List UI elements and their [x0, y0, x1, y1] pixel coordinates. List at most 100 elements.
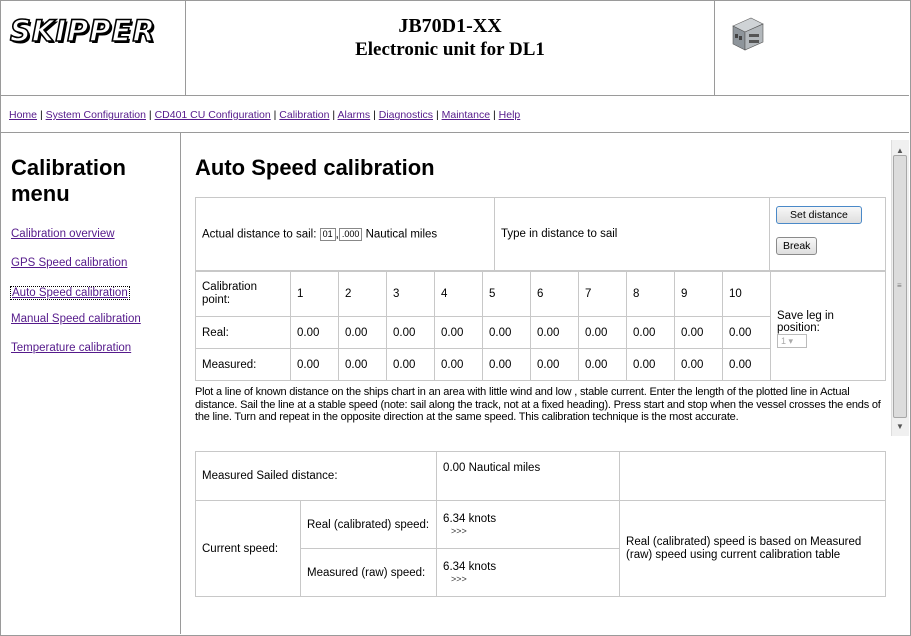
point-cell: 4: [434, 271, 483, 317]
top-navigation: Home | System Configuration | CD401 CU C…: [0, 96, 909, 133]
nav-separator: |: [148, 109, 152, 121]
sidebar-item-calibration-overview[interactable]: Calibration overview: [11, 228, 141, 257]
nav-link-system-configuration[interactable]: System Configuration: [46, 109, 146, 121]
nav-link-home[interactable]: Home: [9, 109, 37, 121]
logo-cell: SKIPPER: [0, 0, 186, 95]
point-cell: 8: [626, 271, 675, 317]
table-row: Current speed: Real (calibrated) speed: …: [195, 500, 886, 597]
real-value-cell: 0.00: [578, 316, 627, 349]
sidebar-item-manual-speed-calibration[interactable]: Manual Speed calibration: [11, 313, 141, 342]
scroll-down-arrow-icon[interactable]: ▼: [896, 422, 904, 431]
table-row: Calibration point: 1 2 3 4 5 6 7 8 9 10 …: [195, 271, 886, 381]
calibration-instructions: Plot a line of known distance on the shi…: [195, 386, 881, 423]
real-value-cell: 0.00: [626, 316, 675, 349]
nav-link-help[interactable]: Help: [499, 109, 521, 121]
results-table: Measured Sailed distance: 0.00 Nautical …: [194, 451, 886, 597]
distance-unit: Nautical miles: [365, 228, 438, 241]
measured-value-cell: 0.00: [722, 348, 771, 381]
measured-speed-label: Measured (raw) speed:: [299, 548, 438, 597]
point-cell: 5: [482, 271, 531, 317]
measured-value-cell: 0.00: [626, 348, 675, 381]
measured-value-cell: 0.00: [338, 348, 387, 381]
measured-value-cell: 0.00: [530, 348, 579, 381]
nav-separator: |: [332, 109, 336, 121]
measured-value-cell: 0.00: [578, 348, 627, 381]
measured-value-cell: 0.00: [386, 348, 435, 381]
sailed-distance-value: 0.00 Nautical miles: [436, 451, 621, 501]
device-title: JB70D1-XX: [398, 15, 502, 37]
distance-hint-cell: Type in distance to sail: [494, 197, 770, 271]
sidebar-item-temperature-calibration[interactable]: Temperature calibration: [11, 342, 141, 371]
distance-hint: Type in distance to sail: [501, 228, 618, 240]
nav-separator: |: [39, 109, 43, 121]
electronic-unit-icon: [732, 17, 764, 51]
vertical-scrollbar[interactable]: ▲ ≡ ▼: [891, 140, 909, 436]
save-leg-label: Save leg in position:: [777, 310, 834, 334]
nav-link-calibration[interactable]: Calibration: [279, 109, 329, 121]
nav-separator: |: [435, 109, 439, 121]
save-leg-select[interactable]: 1 ▾: [777, 334, 807, 348]
device-subtitle: Electronic unit for DL1: [355, 39, 545, 60]
sidebar-title: Calibration menu: [11, 155, 126, 206]
real-value-cell: 0.00: [434, 316, 483, 349]
measured-speed-value-cell: 6.34 knots >>>: [436, 548, 621, 597]
scrollbar-thumb[interactable]: ≡: [893, 155, 907, 418]
image-cell: [715, 0, 909, 95]
distance-label: Actual distance to sail:: [202, 228, 317, 241]
real-value-cell: 0.00: [530, 316, 579, 349]
nav-separator: |: [273, 109, 277, 121]
measured-value-cell: 0.00: [290, 348, 339, 381]
calibration-points-table: Calibration point: 1 2 3 4 5 6 7 8 9 10 …: [195, 271, 886, 381]
calibration-menu: Calibration overview GPS Speed calibrati…: [10, 228, 141, 371]
real-value-cell: 0.00: [674, 316, 723, 349]
sidebar: Calibration menu Calibration overview GP…: [0, 133, 181, 634]
point-cell: 7: [578, 271, 627, 317]
current-speed-label: Current speed:: [195, 500, 301, 597]
break-button[interactable]: Break: [776, 237, 818, 255]
real-value-cell: 0.00: [386, 316, 435, 349]
save-leg-cell: Save leg in position: 1 ▾: [770, 271, 886, 381]
measured-row-label: Measured:: [195, 348, 291, 381]
speed-note: Real (calibrated) speed is based on Meas…: [619, 500, 886, 597]
sidebar-item-auto-speed-calibration[interactable]: Auto Speed calibration: [10, 286, 130, 300]
title-cell: JB70D1-XX Electronic unit for DL1: [186, 0, 715, 95]
sailed-distance-label: Measured Sailed distance:: [194, 451, 438, 501]
distance-buttons-cell: Set distance Break: [769, 197, 886, 271]
table-row: Measured Sailed distance: 0.00 Nautical …: [194, 451, 886, 501]
measured-value-cell: 0.00: [674, 348, 723, 381]
measured-speed-arrows: >>>: [451, 573, 467, 584]
distance-input-cell: Actual distance to sail: 01, .000 Nautica…: [195, 197, 495, 271]
real-value-cell: 0.00: [482, 316, 531, 349]
point-cell: 3: [386, 271, 435, 317]
point-cell: 6: [530, 271, 579, 317]
page-title: Auto Speed calibration: [195, 155, 435, 180]
measured-value-cell: 0.00: [482, 348, 531, 381]
chevron-down-icon: ▾: [788, 336, 794, 346]
skipper-logo: SKIPPER: [9, 13, 156, 49]
distance-whole-input[interactable]: 01: [319, 227, 336, 241]
distance-table: Actual distance to sail: 01, .000 Nautica…: [195, 197, 886, 271]
real-speed-value: 6.34 knots: [443, 512, 497, 525]
real-value-cell: 0.00: [338, 316, 387, 349]
measured-speed-value: 6.34 knots: [443, 560, 497, 573]
scroll-up-arrow-icon[interactable]: ▲: [896, 146, 904, 155]
point-cell: 9: [674, 271, 723, 317]
real-speed-label: Real (calibrated) speed:: [299, 500, 438, 549]
point-cell: 10: [722, 271, 771, 317]
real-value-cell: 0.00: [722, 316, 771, 349]
nav-link-diagnostics[interactable]: Diagnostics: [379, 109, 433, 121]
empty-cell: [619, 451, 886, 501]
nav-link-maintance[interactable]: Maintance: [442, 109, 490, 121]
grip-icon: ≡: [897, 281, 902, 290]
distance-fraction-input[interactable]: .000: [338, 227, 363, 241]
nav-link-alarms[interactable]: Alarms: [338, 109, 371, 121]
real-row-label: Real:: [195, 316, 291, 349]
save-leg-select-value: 1: [781, 336, 787, 346]
measured-value-cell: 0.00: [434, 348, 483, 381]
calibration-point-header: Calibration point:: [195, 271, 291, 317]
real-speed-arrows: >>>: [451, 525, 467, 536]
nav-separator: |: [373, 109, 376, 121]
nav-link-cd401-cu-configuration[interactable]: CD401 CU Configuration: [155, 109, 271, 121]
sidebar-item-gps-speed-calibration[interactable]: GPS Speed calibration: [11, 257, 141, 286]
set-distance-button[interactable]: Set distance: [776, 206, 862, 224]
